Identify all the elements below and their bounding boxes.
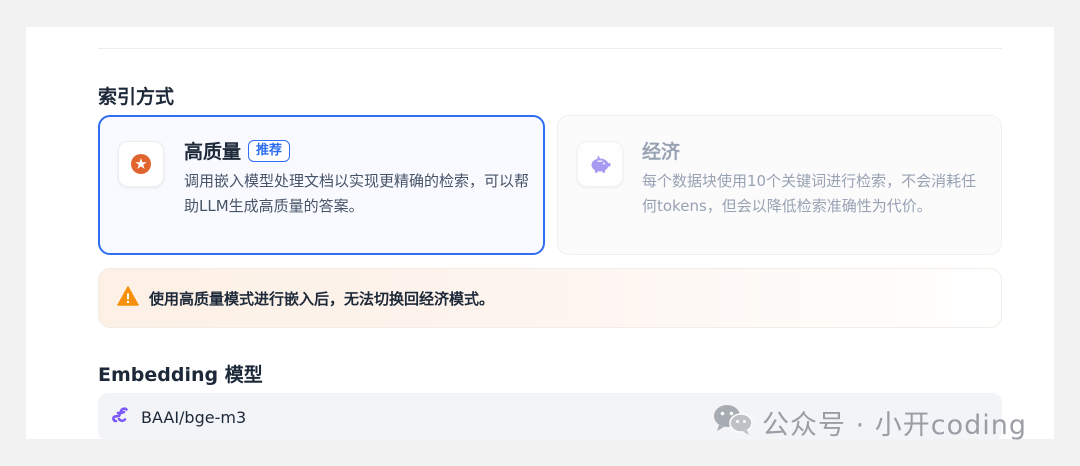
option-card-high-quality[interactable]: 高质量 推荐 调用嵌入模型处理文档以实现更精确的检索，可以帮助LLM生成高质量的… [98,115,545,255]
economy-description: 每个数据块使用10个关键词进行检索，不会消耗任何tokens，但会以降低检索准确… [642,172,977,215]
model-provider-icon [110,405,130,429]
embedding-model-label: Embedding 模型 [98,364,263,386]
high-quality-title: 高质量 [184,141,242,163]
watermark-text: 公众号 · 小开coding [762,410,1028,441]
warning-text: 使用高质量模式进行嵌入后，无法切换回经济模式。 [149,289,495,308]
economy-title: 经济 [642,141,681,163]
watermark: 公众号 · 小开coding [712,402,1027,443]
selected-model-name: BAAI/bge-m3 [141,407,247,427]
spark-badge-icon [118,141,164,187]
warning-triangle-icon [117,286,139,310]
settings-panel: 索引方式 高质量 推荐 调用嵌入模型处理文档以实现更精确的检索，可以帮助LLM生… [26,27,1054,439]
recommended-badge: 推荐 [248,139,291,162]
wechat-icon [712,402,754,443]
top-divider [98,48,1002,49]
index-method-label: 索引方式 [98,86,175,108]
economy-title-row: 经济 [642,137,680,164]
option-card-economy[interactable]: 经济 每个数据块使用10个关键词进行检索，不会消耗任何tokens，但会以降低检… [557,115,1002,255]
warning-banner: 使用高质量模式进行嵌入后，无法切换回经济模式。 [98,268,1002,328]
high-quality-title-row: 高质量 推荐 [184,137,291,164]
piggy-bank-icon [577,141,623,187]
high-quality-description: 调用嵌入模型处理文档以实现更精确的检索，可以帮助LLM生成高质量的答案。 [184,172,530,215]
